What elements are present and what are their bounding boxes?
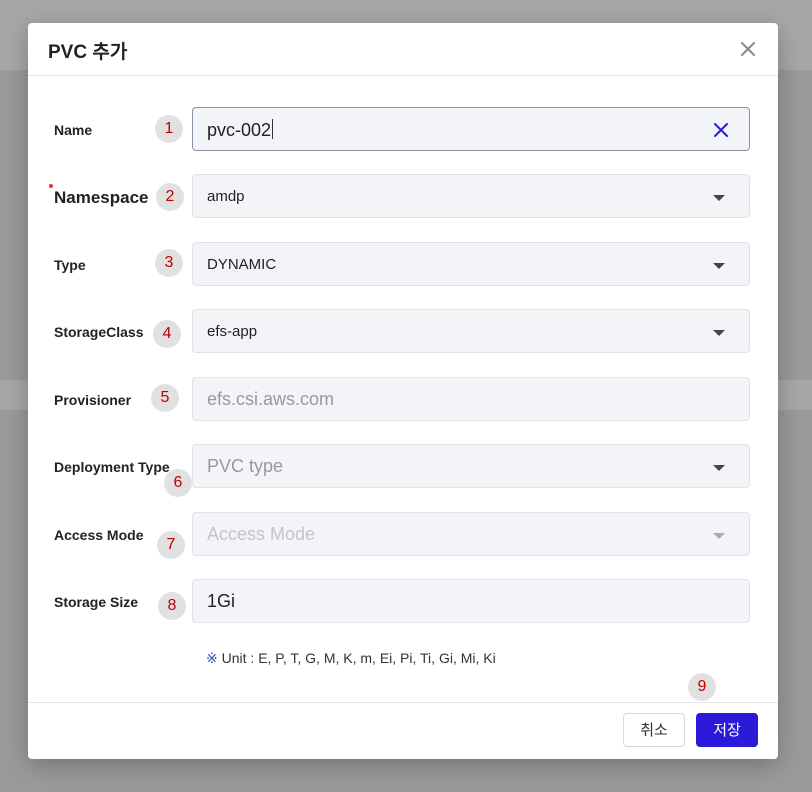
- storage-class-value: efs-app: [207, 323, 258, 340]
- required-indicator: [49, 184, 53, 188]
- text-caret: [272, 119, 274, 139]
- deployment-type-select[interactable]: PVC type: [192, 444, 750, 488]
- close-icon[interactable]: [736, 37, 760, 61]
- type-select[interactable]: DYNAMIC: [192, 242, 750, 286]
- step-badge: 2: [156, 183, 184, 211]
- note-mark: ※: [206, 650, 218, 666]
- cancel-button[interactable]: 취소: [623, 713, 685, 747]
- step-badge: 4: [153, 320, 181, 348]
- name-value: pvc-002: [207, 120, 272, 140]
- chevron-down-icon: [713, 195, 725, 201]
- unit-hint: ※ Unit : E, P, T, G, M, K, m, Ei, Pi, Ti…: [206, 650, 496, 667]
- storage-class-select[interactable]: efs-app: [192, 309, 750, 353]
- storage-class-label: StorageClass: [54, 324, 144, 340]
- namespace-label: Namespace: [54, 188, 149, 207]
- access-mode-row: Access Mode 7 Access Mode: [28, 512, 778, 559]
- step-badge: 3: [155, 249, 183, 277]
- footer-divider: [28, 702, 778, 703]
- step-badge: 6: [164, 469, 192, 497]
- type-row: Type 3 DYNAMIC: [28, 242, 778, 288]
- clear-icon[interactable]: [713, 122, 729, 138]
- name-label: Name: [54, 122, 93, 138]
- deployment-type-label: Deployment Type: [54, 459, 170, 475]
- storage-size-row: Storage Size 8 1Gi: [28, 579, 778, 625]
- step-badge: 7: [157, 531, 185, 559]
- chevron-down-icon: [713, 263, 725, 269]
- chevron-down-icon: [713, 533, 725, 539]
- namespace-row: Namespace 2 amdp: [28, 174, 778, 220]
- deployment-type-row: Deployment Type 6 PVC type: [28, 444, 778, 497]
- name-input[interactable]: pvc-002: [192, 107, 750, 151]
- dialog-title: PVC 추가: [48, 42, 128, 63]
- name-row: Name 1 pvc-002: [28, 107, 778, 153]
- provisioner-label: Provisioner: [54, 392, 132, 408]
- save-button[interactable]: 저장: [696, 713, 758, 747]
- storage-size-value: 1Gi: [207, 591, 236, 611]
- step-badge: 5: [151, 384, 179, 412]
- type-label: Type: [54, 257, 86, 273]
- storage-size-label: Storage Size: [54, 594, 139, 610]
- storage-class-row: StorageClass 4 efs-app: [28, 309, 778, 355]
- chevron-down-icon: [713, 465, 725, 471]
- provisioner-input[interactable]: efs.csi.aws.com: [192, 377, 750, 421]
- namespace-select[interactable]: amdp: [192, 174, 750, 218]
- provisioner-value: efs.csi.aws.com: [207, 389, 335, 409]
- namespace-value: amdp: [207, 188, 245, 205]
- access-mode-placeholder: Access Mode: [207, 524, 316, 544]
- storage-size-input[interactable]: 1Gi: [192, 579, 750, 623]
- type-value: DYNAMIC: [207, 256, 277, 273]
- access-mode-select[interactable]: Access Mode: [192, 512, 750, 556]
- add-pvc-dialog: PVC 추가 Name 1 pvc-002 Namespace 2 amdp T…: [28, 23, 778, 759]
- step-badge: 8: [158, 592, 186, 620]
- access-mode-label: Access Mode: [54, 527, 144, 543]
- chevron-down-icon: [713, 330, 725, 336]
- provisioner-row: Provisioner 5 efs.csi.aws.com: [28, 377, 778, 423]
- step-badge: 9: [688, 673, 716, 701]
- unit-hint-text: Unit : E, P, T, G, M, K, m, Ei, Pi, Ti, …: [221, 650, 496, 666]
- step-badge: 1: [155, 115, 183, 143]
- deployment-type-placeholder: PVC type: [207, 456, 284, 476]
- dialog-header: PVC 추가: [28, 23, 778, 76]
